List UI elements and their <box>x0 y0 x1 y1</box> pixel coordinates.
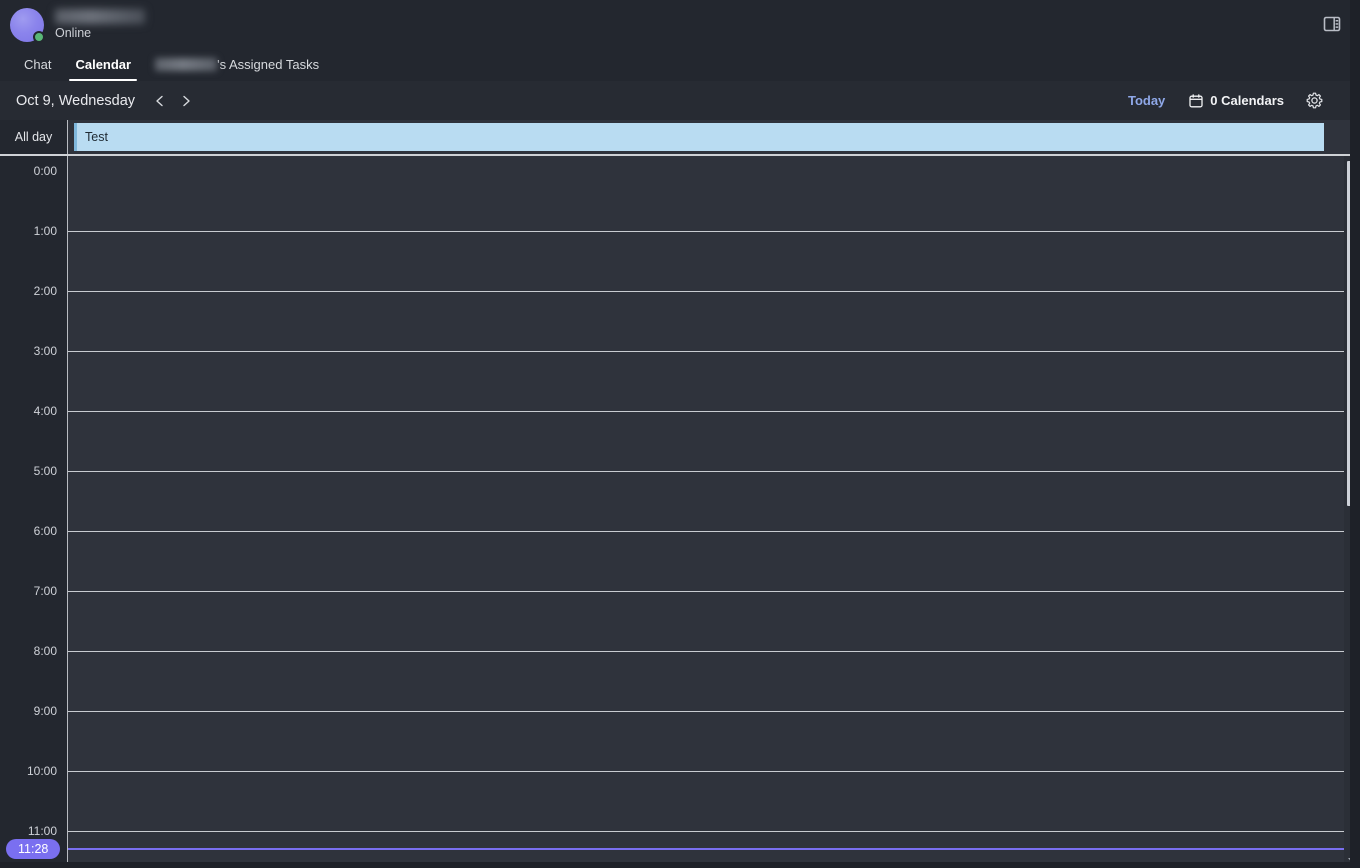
hour-label: 1:00 <box>33 224 57 238</box>
hour-gridline <box>68 591 1344 592</box>
chevron-down-icon[interactable] <box>1344 852 1360 868</box>
calendar-toolbar: Oct 9, Wednesday Today 0 Calendars <box>0 81 1360 120</box>
hour-gridline <box>68 411 1344 412</box>
hour-label: 6:00 <box>33 524 57 538</box>
tab-chat[interactable]: Chat <box>12 57 63 81</box>
current-time-line <box>68 848 1344 850</box>
hour-gridline <box>68 711 1344 712</box>
hour-label: 2:00 <box>33 284 57 298</box>
hour-label: 0:00 <box>33 164 57 178</box>
chevron-right-icon[interactable] <box>173 88 199 114</box>
tab-assigned-tasks-label: 's Assigned Tasks <box>217 57 320 72</box>
hour-label: 9:00 <box>33 704 57 718</box>
all-day-events[interactable]: Test <box>68 120 1360 154</box>
tabstrip: Chat Calendar 's Assigned Tasks <box>0 48 1360 81</box>
chevron-left-icon[interactable] <box>147 88 173 114</box>
time-grid[interactable] <box>68 156 1360 868</box>
layout-panel-icon[interactable] <box>1320 12 1344 36</box>
hour-gridline <box>68 471 1344 472</box>
hour-gridline <box>68 291 1344 292</box>
tab-chat-label: Chat <box>24 57 52 72</box>
current-time-badge: 11:28 <box>6 839 61 859</box>
gear-icon[interactable] <box>1302 89 1326 113</box>
online-status-dot-icon <box>33 31 45 43</box>
tab-assigned-tasks[interactable]: 's Assigned Tasks <box>143 57 331 81</box>
user-meta: Online <box>55 8 145 40</box>
all-day-row: All day Test <box>0 120 1360 156</box>
calendars-count-label: 0 Calendars <box>1210 93 1284 108</box>
user-name <box>55 8 145 24</box>
hour-label: 5:00 <box>33 464 57 478</box>
time-gutter: 0:00 1:00 2:00 3:00 4:00 5:00 6:00 7:00 8:00 9:00… <box>0 156 68 868</box>
calendar-app: Online Chat Calendar 's Assigned Tasks O… <box>0 0 1360 868</box>
redacted-user-name <box>155 58 218 71</box>
avatar[interactable] <box>10 8 45 43</box>
user-status: Online <box>55 25 92 40</box>
hour-label: 3:00 <box>33 344 57 358</box>
calendar-icon <box>1189 93 1203 108</box>
all-day-event[interactable]: Test <box>74 123 1324 151</box>
tab-calendar-label: Calendar <box>75 57 132 72</box>
scrollbar-thumb[interactable] <box>1347 161 1357 506</box>
hour-label: 4:00 <box>33 404 57 418</box>
hour-gridline <box>68 831 1344 832</box>
hour-label: 10:00 <box>26 764 57 778</box>
tab-calendar[interactable]: Calendar <box>63 57 143 81</box>
time-grid-body: 0:00 1:00 2:00 3:00 4:00 5:00 6:00 7:00 8:00 9:00… <box>0 156 1360 868</box>
hour-label: 11:00 <box>27 824 57 838</box>
hour-gridline <box>68 351 1344 352</box>
hour-label: 7:00 <box>33 584 57 598</box>
calendars-button[interactable]: 0 Calendars <box>1185 89 1288 112</box>
hour-label: 8:00 <box>33 644 57 658</box>
hour-gridline <box>68 651 1344 652</box>
today-button[interactable]: Today <box>1122 89 1171 112</box>
hour-gridline <box>68 531 1344 532</box>
hour-gridline <box>68 771 1344 772</box>
hour-gridline <box>68 231 1344 232</box>
user-header: Online <box>0 0 1360 48</box>
current-date-label: Oct 9, Wednesday <box>16 92 136 109</box>
all-day-label: All day <box>0 120 68 154</box>
vertical-scrollbar[interactable] <box>1344 156 1360 868</box>
